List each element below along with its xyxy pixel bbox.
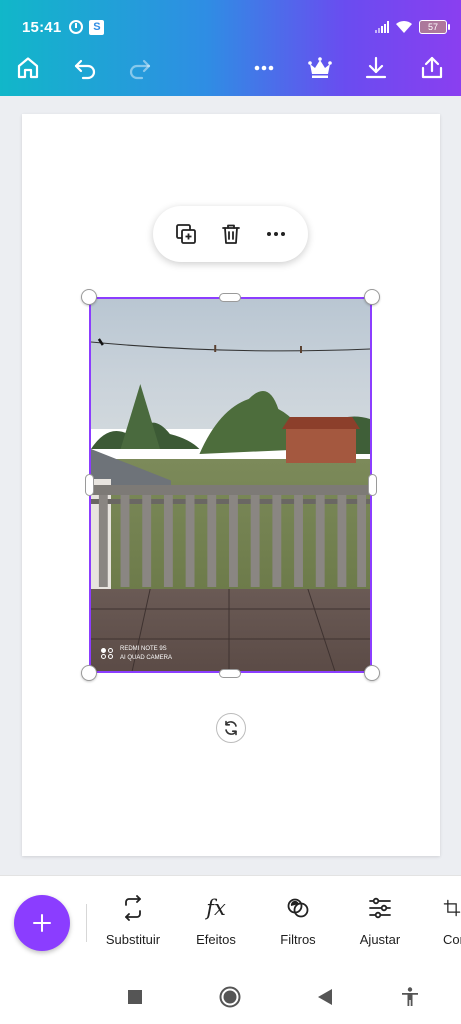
photo-red-house [286,427,356,463]
alarm-icon [69,20,84,34]
tool-label: Efeitos [196,932,236,947]
resize-handle-bottom-left[interactable] [81,665,97,681]
notification-badge: S [89,19,105,35]
resize-handle-top-left[interactable] [81,289,97,305]
accessibility-icon [402,987,418,1006]
toolbar-divider [86,904,87,942]
status-icons: 57 [375,20,450,34]
more-options-button[interactable] [248,52,280,84]
bottom-tool-panel: Substituir fx Efeitos Filtros Ajustar Co [0,875,461,969]
system-nav-bar [0,969,461,1024]
undo-icon [74,59,96,80]
photo-clothesline [91,338,370,353]
add-element-button[interactable] [14,895,70,951]
tool-ajustar[interactable]: Ajustar [340,894,420,947]
duplicate-button[interactable] [171,219,201,249]
tool-label: Ajustar [359,932,401,947]
rotate-icon [225,720,237,736]
resize-handle-right[interactable] [368,474,377,496]
undo-button[interactable] [69,52,101,84]
photo-railing [91,485,370,587]
home-button[interactable] [12,52,44,84]
home-nav-button[interactable] [216,983,244,1011]
tool-label: Filtros [280,932,316,947]
tool-efeitos[interactable]: fx Efeitos [176,894,256,947]
home-icon [17,57,39,79]
tool-cor[interactable]: Cor [422,894,461,947]
battery-indicator: 57 [419,20,450,34]
filters-icon [284,894,312,922]
plus-icon [33,914,51,932]
share-button[interactable] [416,52,448,84]
replace-icon [119,894,147,922]
more-icon [254,65,274,71]
redo-button[interactable] [124,52,156,84]
resize-handle-top[interactable] [219,293,241,302]
sliders-icon [366,894,394,922]
redo-icon [129,59,151,80]
crop-icon [443,894,461,922]
resize-handle-bottom[interactable] [219,669,241,678]
crown-icon [308,57,332,78]
status-time: 15:41 [22,18,62,36]
download-button[interactable] [360,52,392,84]
trash-icon [221,224,240,244]
fx-icon: fx [206,896,226,920]
wifi-icon [396,20,412,33]
back-triangle-icon [318,989,332,1005]
resize-handle-bottom-right[interactable] [364,665,380,681]
rotate-button[interactable] [216,713,246,743]
circle-icon [219,986,241,1008]
tool-substituir[interactable]: Substituir [93,894,173,947]
camera-watermark: REDMI NOTE 9S AI QUAD CAMERA [101,645,172,663]
duplicate-icon [175,224,196,244]
watermark-line2: AI QUAD CAMERA [120,655,173,661]
camera-logo-icon [101,648,115,660]
premium-button[interactable] [304,52,336,84]
watermark-line1: REDMI NOTE 9S [120,646,167,652]
top-header: 15:41 S 57 [0,0,461,96]
more-icon [266,232,285,236]
tool-label: Substituir [105,932,161,947]
accessibility-button[interactable] [396,983,424,1011]
resize-handle-top-right[interactable] [364,289,380,305]
selected-photo[interactable]: REDMI NOTE 9S AI QUAD CAMERA [89,297,372,673]
back-nav-button[interactable] [311,983,339,1011]
download-icon [365,56,387,79]
share-icon [421,56,443,79]
tool-filtros[interactable]: Filtros [258,894,338,947]
delete-button[interactable] [216,219,246,249]
context-more-button[interactable] [261,219,291,249]
element-context-menu [153,206,308,262]
signal-icon [375,21,389,33]
recents-button[interactable] [121,983,149,1011]
status-bar: 15:41 S 57 [22,14,450,40]
tool-label: Cor [443,932,461,947]
editor-toolbar [0,50,461,86]
resize-handle-left[interactable] [85,474,94,496]
square-icon [128,990,142,1004]
battery-level: 57 [427,22,438,32]
